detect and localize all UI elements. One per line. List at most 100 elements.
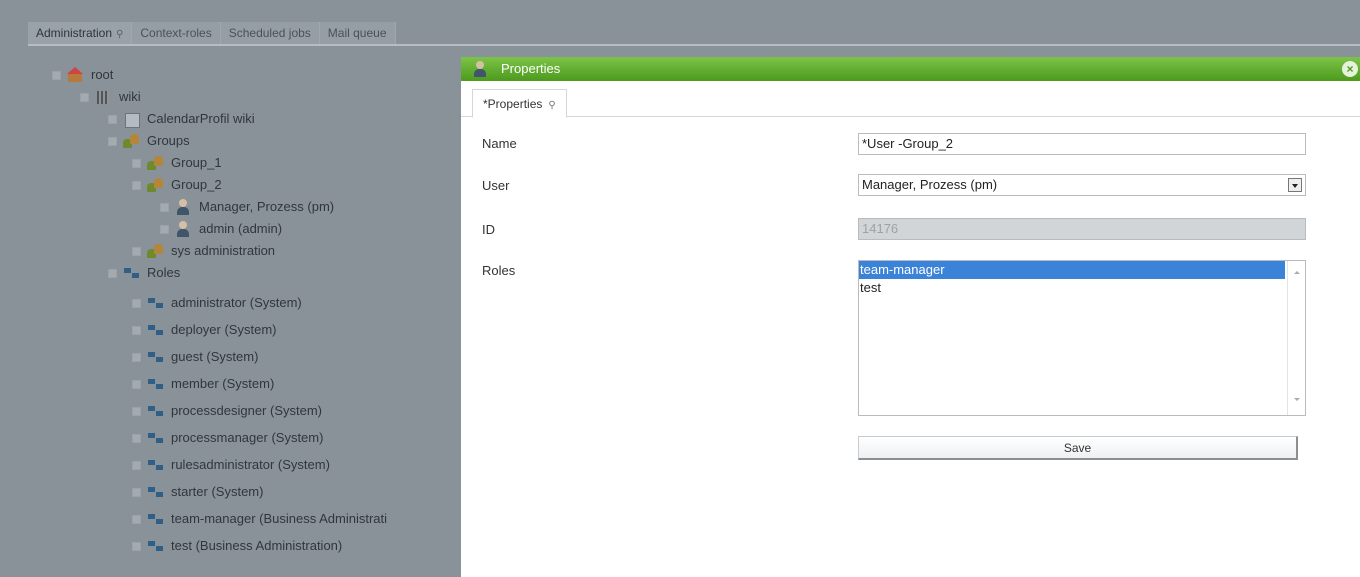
role-icon [147, 430, 165, 446]
tree-node-label: guest (System) [171, 349, 259, 364]
role-icon [147, 457, 165, 473]
tree-node-label: member (System) [171, 376, 275, 391]
tree-node-role[interactable]: starter (System) [132, 481, 263, 503]
tree-node-wiki[interactable]: wiki [80, 86, 141, 108]
id-label: ID [482, 222, 495, 237]
role-icon [147, 295, 165, 311]
roles-label: Roles [482, 263, 516, 278]
tree-node-label: processmanager (System) [171, 430, 324, 445]
tree-node-role[interactable]: team-manager (Business Administrati [132, 508, 387, 530]
roles-list-item[interactable]: team-manager [859, 261, 1285, 279]
tree-node-root[interactable]: root [52, 64, 113, 86]
close-icon[interactable]: × [1342, 61, 1358, 77]
dialog-title-bar[interactable]: Properties × [461, 57, 1360, 81]
roles-list-item[interactable]: test [859, 279, 1285, 297]
tree-node-label: test (Business Administration) [171, 538, 343, 553]
tree-node-role[interactable]: processdesigner (System) [132, 400, 322, 422]
expander-icon[interactable] [132, 352, 141, 362]
tree-node-role[interactable]: test (Business Administration) [132, 535, 342, 557]
chevron-down-icon[interactable] [1288, 178, 1302, 192]
tab-administration[interactable]: Administration ⚲ [28, 22, 133, 46]
calendar-icon [123, 111, 141, 128]
top-bar: Administration ⚲ Context-roles Scheduled … [0, 0, 1360, 44]
tree-node-role[interactable]: rulesadministrator (System) [132, 454, 330, 476]
expander-icon[interactable] [132, 541, 141, 551]
scroll-down-icon[interactable] [1294, 398, 1300, 401]
tree-node-groups[interactable]: Groups [108, 130, 190, 152]
tab-context-roles-label: Context-roles [140, 26, 212, 40]
expander-icon[interactable] [132, 325, 141, 335]
role-icon [123, 265, 141, 281]
tree-node-label: team-manager (Business Administrati [171, 511, 388, 526]
tab-scheduled-jobs-label: Scheduled jobs [228, 26, 311, 40]
role-icon [147, 349, 165, 365]
pin-icon[interactable]: ⚲ [116, 24, 123, 46]
tree-node-role[interactable]: guest (System) [132, 346, 258, 368]
tree-node-label: Manager, Prozess (pm) [199, 199, 335, 214]
tree-node-role[interactable]: deployer (System) [132, 319, 276, 341]
name-field[interactable]: *User -Group_2 [858, 133, 1306, 155]
expander-icon[interactable] [160, 224, 169, 234]
roles-listbox[interactable]: team-manager test [858, 260, 1306, 416]
expander-icon[interactable] [132, 158, 141, 168]
expander-icon[interactable] [132, 433, 141, 443]
expander-icon[interactable] [132, 487, 141, 497]
save-button[interactable]: Save [858, 436, 1298, 460]
group-icon [147, 155, 165, 171]
id-field: 14176 [858, 218, 1306, 240]
role-icon [147, 484, 165, 500]
expander-icon[interactable] [108, 268, 117, 278]
expander-icon[interactable] [160, 202, 169, 212]
tree-node-label: Groups [147, 133, 190, 148]
id-value: 14176 [862, 221, 899, 236]
expander-icon[interactable] [108, 136, 117, 146]
tree-node-user-admin[interactable]: admin (admin) [160, 218, 282, 240]
tree-node-label: rulesadministrator (System) [171, 457, 330, 472]
tree-node-label: wiki [119, 89, 141, 104]
tree-node-label: CalendarProfil wiki [147, 111, 255, 126]
tree-node-user-manager[interactable]: Manager, Prozess (pm) [160, 196, 334, 218]
user-icon [175, 199, 193, 215]
expander-icon[interactable] [132, 406, 141, 416]
name-label: Name [482, 136, 517, 151]
expander-icon[interactable] [52, 70, 61, 80]
group-icon [123, 133, 141, 149]
tree-node-label: Group_1 [171, 155, 222, 170]
expander-icon[interactable] [132, 460, 141, 470]
pin-icon[interactable]: ⚲ [548, 100, 555, 111]
tree-node-sys-administration[interactable]: sys administration [132, 240, 275, 262]
user-icon [472, 61, 490, 77]
home-icon [67, 67, 85, 83]
name-value: *User -Group_2 [862, 136, 954, 151]
tree-node-group-2[interactable]: Group_2 [132, 174, 222, 196]
expander-icon[interactable] [132, 379, 141, 389]
dialog-title: Properties [501, 61, 561, 76]
tree-node-role[interactable]: processmanager (System) [132, 427, 323, 449]
tree-node-role[interactable]: administrator (System) [132, 292, 302, 314]
tab-mail-queue-label: Mail queue [327, 26, 387, 40]
roles-scrollbar[interactable] [1287, 261, 1305, 415]
tree-node-roles[interactable]: Roles [108, 262, 180, 284]
expander-icon[interactable] [108, 114, 117, 124]
user-value: Manager, Prozess (pm) [862, 177, 998, 192]
expander-icon[interactable] [132, 246, 141, 256]
expander-icon[interactable] [80, 92, 89, 102]
dialog-tab-bar: *Properties ⚲ [461, 81, 1360, 118]
tree-node-calendarprofil[interactable]: CalendarProfil wiki [108, 108, 255, 130]
expander-icon[interactable] [132, 298, 141, 308]
tab-mail-queue[interactable]: Mail queue [319, 22, 396, 44]
user-select[interactable]: Manager, Prozess (pm) [858, 174, 1306, 196]
tab-scheduled-jobs[interactable]: Scheduled jobs [220, 22, 320, 44]
expander-icon[interactable] [132, 180, 141, 190]
tree-node-label: Roles [147, 265, 181, 280]
tree-node-group-1[interactable]: Group_1 [132, 152, 222, 174]
tree-node-role[interactable]: member (System) [132, 373, 274, 395]
user-icon [175, 221, 193, 237]
tab-context-roles[interactable]: Context-roles [132, 22, 221, 44]
tree-node-label: starter (System) [171, 484, 264, 499]
role-icon [147, 538, 165, 554]
role-icon [147, 403, 165, 419]
tab-properties[interactable]: *Properties ⚲ [472, 89, 567, 118]
scroll-up-icon[interactable] [1294, 271, 1300, 274]
expander-icon[interactable] [132, 514, 141, 524]
